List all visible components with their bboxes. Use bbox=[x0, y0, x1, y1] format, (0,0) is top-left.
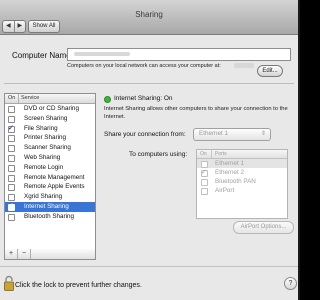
lock-message: Click the lock to prevent further change… bbox=[15, 282, 142, 289]
service-checkbox[interactable] bbox=[8, 106, 15, 113]
airport-options-button[interactable]: AirPort Options... bbox=[233, 221, 294, 234]
share-from-label: Share your connection from: bbox=[104, 131, 186, 138]
service-row[interactable]: Bluetooth Sharing bbox=[5, 212, 95, 222]
service-label: Remote Management bbox=[24, 173, 85, 181]
column-header-ports[interactable]: Ports bbox=[215, 151, 227, 157]
services-table-header: On Service bbox=[5, 94, 95, 104]
service-checkbox[interactable] bbox=[8, 145, 15, 153]
service-label: Internet Sharing bbox=[24, 202, 69, 210]
service-checkbox[interactable] bbox=[8, 135, 15, 143]
forward-arrow-icon[interactable]: ▶ bbox=[15, 21, 26, 32]
window-title: Sharing bbox=[135, 10, 163, 19]
service-row[interactable]: Remote Login bbox=[5, 163, 95, 173]
column-header-on[interactable]: On bbox=[200, 151, 207, 157]
service-label: Xgrid Sharing bbox=[24, 193, 63, 201]
edit-button[interactable]: Edit... bbox=[257, 65, 283, 77]
service-row[interactable]: Internet Sharing bbox=[5, 201, 95, 212]
column-divider bbox=[211, 150, 212, 158]
port-label: Bluetooth PAN bbox=[215, 178, 256, 185]
sharing-status: Internet Sharing: On bbox=[114, 95, 173, 102]
services-table: On Service DVD or CD Sharing Screen Shari… bbox=[4, 93, 96, 251]
service-checkbox[interactable] bbox=[8, 154, 15, 162]
add-service-button[interactable]: + bbox=[5, 249, 18, 259]
service-checkbox[interactable] bbox=[8, 115, 15, 123]
services-toolbar: + − bbox=[4, 249, 96, 260]
computer-name-redacted bbox=[74, 52, 130, 56]
service-row[interactable]: Xgrid Sharing bbox=[5, 192, 95, 202]
port-row[interactable]: AirPort bbox=[197, 186, 287, 195]
service-label: Printer Sharing bbox=[24, 134, 66, 142]
port-checkbox[interactable] bbox=[201, 188, 208, 195]
service-checkbox[interactable] bbox=[8, 174, 15, 182]
status-indicator-icon bbox=[104, 96, 111, 103]
service-row[interactable]: DVD or CD Sharing bbox=[5, 104, 95, 114]
help-button[interactable]: ? bbox=[284, 277, 297, 290]
window-edge bbox=[298, 0, 300, 300]
port-label: Ethernet 1 bbox=[215, 160, 245, 167]
service-checkbox[interactable] bbox=[8, 194, 15, 202]
sharing-window: Sharing ◀ ▶ Show All Computer Name: Comp… bbox=[0, 0, 298, 300]
computer-address-description: Computers on your local network can acce… bbox=[67, 63, 221, 69]
service-row[interactable]: Remote Apple Events bbox=[5, 182, 95, 192]
service-label: Screen Sharing bbox=[24, 114, 68, 122]
service-row[interactable]: Web Sharing bbox=[5, 153, 95, 163]
back-forward-buttons: ◀ ▶ bbox=[2, 20, 26, 33]
port-row[interactable]: Bluetooth PAN bbox=[197, 177, 287, 186]
share-from-value: Ethernet 1 bbox=[199, 130, 229, 137]
service-label: Web Sharing bbox=[24, 153, 61, 161]
lock-icon[interactable] bbox=[4, 275, 14, 296]
popup-arrows-icon: ⇕ bbox=[260, 131, 266, 137]
ports-table-header: On Ports bbox=[197, 150, 287, 159]
port-checkbox[interactable] bbox=[201, 168, 208, 177]
computer-name-field[interactable] bbox=[67, 48, 291, 61]
service-checkbox[interactable] bbox=[8, 213, 15, 221]
share-from-popup[interactable]: Ethernet 1 ⇕ bbox=[193, 128, 271, 141]
service-label: Bluetooth Sharing bbox=[24, 212, 75, 220]
computer-name-label: Computer Name: bbox=[12, 51, 73, 60]
show-all-button[interactable]: Show All bbox=[28, 20, 60, 33]
service-row[interactable]: Printer Sharing bbox=[5, 133, 95, 143]
port-checkbox[interactable] bbox=[201, 161, 208, 168]
service-checkbox[interactable] bbox=[8, 164, 15, 172]
service-checkbox[interactable] bbox=[8, 124, 15, 133]
computer-address-redacted bbox=[234, 63, 254, 68]
divider bbox=[4, 83, 294, 84]
port-checkbox[interactable] bbox=[201, 179, 208, 186]
service-row[interactable]: File Sharing bbox=[5, 124, 95, 134]
service-row[interactable]: Screen Sharing bbox=[5, 114, 95, 124]
remove-service-button[interactable]: − bbox=[18, 249, 31, 259]
column-header-on[interactable]: On bbox=[8, 95, 15, 101]
title-bar: Sharing ◀ ▶ Show All bbox=[0, 0, 298, 35]
ports-table: On Ports Ethernet 1 Ethernet 2 Bluetooth P… bbox=[196, 149, 288, 219]
column-header-service[interactable]: Service bbox=[21, 95, 39, 101]
to-computers-label: To computers using: bbox=[129, 151, 188, 158]
service-label: Remote Apple Events bbox=[24, 183, 85, 191]
sharing-description: Internet Sharing allows other computers … bbox=[104, 106, 288, 120]
service-label: DVD or CD Sharing bbox=[24, 105, 79, 112]
service-label: Remote Login bbox=[24, 163, 64, 171]
service-checkbox[interactable] bbox=[8, 184, 15, 192]
port-row[interactable]: Ethernet 2 bbox=[197, 168, 287, 177]
service-label: File Sharing bbox=[24, 124, 58, 132]
service-row[interactable]: Scanner Sharing bbox=[5, 143, 95, 153]
port-row[interactable]: Ethernet 1 bbox=[197, 159, 287, 168]
port-label: AirPort bbox=[215, 187, 235, 194]
column-divider bbox=[18, 94, 19, 103]
back-arrow-icon[interactable]: ◀ bbox=[3, 21, 15, 32]
port-label: Ethernet 2 bbox=[215, 169, 245, 176]
divider bbox=[0, 266, 298, 267]
service-row[interactable]: Remote Management bbox=[5, 173, 95, 183]
service-checkbox[interactable] bbox=[8, 202, 15, 211]
service-label: Scanner Sharing bbox=[24, 144, 71, 152]
